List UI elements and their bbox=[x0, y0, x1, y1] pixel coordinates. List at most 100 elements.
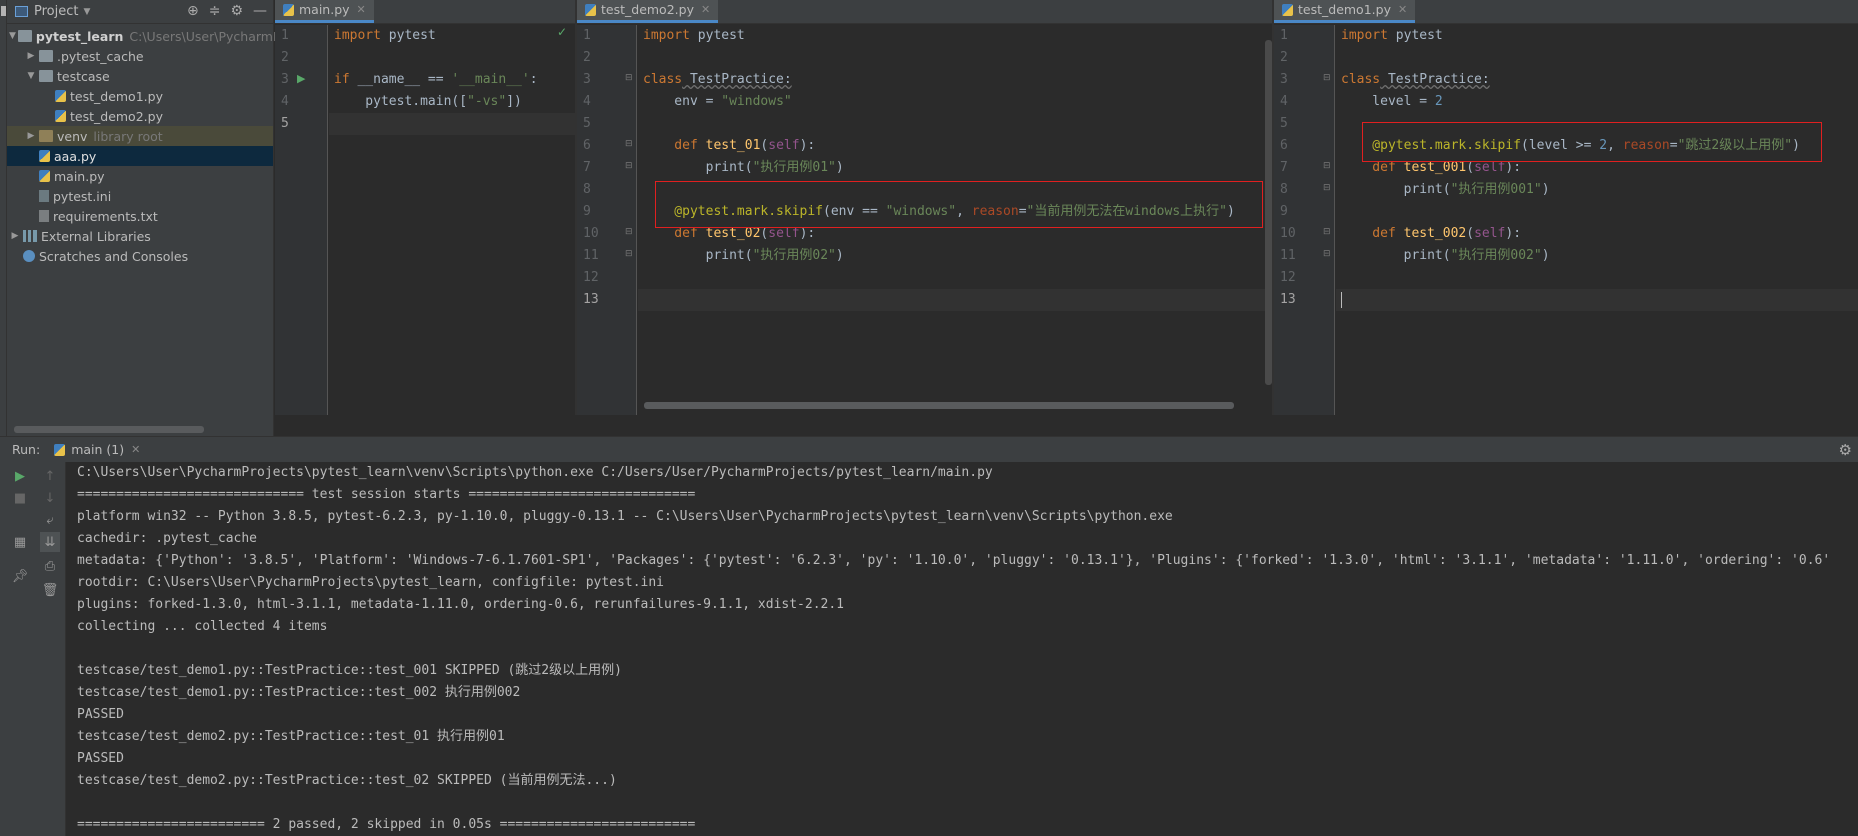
scroll-to-end-icon[interactable]: ⇊ bbox=[40, 532, 60, 552]
console-line: PASSED bbox=[77, 707, 124, 722]
layout-icon[interactable]: ▦ bbox=[10, 532, 30, 552]
line-number: 9 bbox=[583, 204, 591, 219]
highlight-box bbox=[655, 181, 1263, 228]
fold-icon[interactable]: ⊟ bbox=[625, 227, 633, 237]
console-line: testcase/test_demo2.py::TestPractice::te… bbox=[77, 729, 505, 744]
run-toolbar: ▶ ↑ ■ ↓ ⤶ ▦ ⇊ ⎙ 📌︎ 🗑︎ bbox=[0, 462, 66, 836]
project-horizontal-scrollbar[interactable] bbox=[14, 426, 204, 433]
folder-icon bbox=[17, 30, 32, 42]
line-number: 3 bbox=[281, 72, 289, 87]
project-header: Project ▼ ⊕ ≑ ⚙ — bbox=[7, 0, 273, 24]
tree-item-test-demo1[interactable]: test_demo1.py bbox=[7, 86, 273, 106]
line-number: 1 bbox=[1280, 28, 1288, 43]
fold-icon[interactable]: ⊟ bbox=[1323, 161, 1331, 171]
soft-wrap-icon[interactable]: ⤶ bbox=[40, 510, 60, 530]
library-icon bbox=[23, 230, 37, 242]
line-number: 12 bbox=[583, 270, 599, 285]
close-icon[interactable]: ✕ bbox=[701, 3, 710, 16]
line-number-gutter: 1 2 3 4 5 ▶ bbox=[275, 25, 328, 415]
fold-icon[interactable]: ⊟ bbox=[1323, 73, 1331, 83]
locate-icon[interactable]: ⊕ bbox=[187, 3, 199, 19]
tree-label: pytest.ini bbox=[53, 188, 112, 204]
close-icon[interactable]: ✕ bbox=[1398, 3, 1407, 16]
python-file-icon bbox=[55, 90, 66, 102]
chevron-right-icon[interactable]: ▶ bbox=[9, 231, 21, 241]
folder-icon bbox=[39, 50, 53, 62]
tab-main-py[interactable]: main.py ✕ bbox=[275, 0, 374, 23]
chevron-down-icon[interactable]: ▼ bbox=[9, 31, 16, 41]
tree-item-test-demo2[interactable]: test_demo2.py bbox=[7, 106, 273, 126]
fold-icon[interactable]: ⊟ bbox=[1323, 249, 1331, 259]
arrow-down-icon[interactable]: ↓ bbox=[40, 488, 60, 508]
stop-icon[interactable]: ■ bbox=[10, 488, 30, 508]
trash-icon[interactable]: 🗑︎ bbox=[40, 580, 60, 600]
close-icon[interactable]: ✕ bbox=[131, 443, 140, 456]
minimize-icon[interactable]: — bbox=[253, 3, 267, 19]
tree-item-venv[interactable]: ▶ venv library root bbox=[7, 126, 273, 146]
python-file-icon bbox=[283, 3, 294, 16]
console-line: PASSED bbox=[77, 751, 124, 766]
line-number: 5 bbox=[281, 116, 289, 131]
fold-icon[interactable]: ⊟ bbox=[625, 139, 633, 149]
fold-icon[interactable]: ⊟ bbox=[625, 161, 633, 171]
line-number: 8 bbox=[583, 182, 591, 197]
project-panel: Project ▼ ⊕ ≑ ⚙ — ▼ pytest_learn C:\User… bbox=[7, 0, 285, 436]
tree-label: venv bbox=[57, 128, 88, 144]
fold-icon[interactable]: ⊟ bbox=[1323, 183, 1331, 193]
print-icon[interactable]: ⎙ bbox=[40, 556, 60, 576]
tree-label: aaa.py bbox=[54, 148, 97, 164]
close-icon[interactable]: ✕ bbox=[357, 3, 366, 16]
arrow-up-icon[interactable]: ↑ bbox=[40, 466, 60, 486]
pin-icon[interactable]: 📌︎ bbox=[10, 566, 30, 586]
tool-window-strip bbox=[0, 0, 7, 436]
tab-run-main[interactable]: main (1) ✕ bbox=[54, 442, 140, 457]
tree-item-external-libraries[interactable]: ▶ External Libraries bbox=[7, 226, 273, 246]
current-line-highlight bbox=[1336, 289, 1858, 311]
tree-item-pytest-learn[interactable]: ▼ pytest_learn C:\Users\User\PycharmPr bbox=[7, 26, 285, 46]
console-line: plugins: forked-1.3.0, html-3.1.1, metad… bbox=[77, 597, 845, 612]
tree-library-note: library root bbox=[93, 128, 163, 144]
gear-icon[interactable]: ⚙ bbox=[1839, 441, 1852, 459]
python-file-icon bbox=[585, 3, 596, 16]
tree-item-main[interactable]: main.py bbox=[7, 166, 273, 186]
code-area[interactable]: ✓ import pytest if __name__ == '__main__… bbox=[329, 25, 575, 415]
chevron-right-icon[interactable]: ▶ bbox=[25, 51, 37, 61]
chevron-down-icon[interactable]: ▼ bbox=[83, 7, 90, 17]
tree-item-requirements[interactable]: requirements.txt bbox=[7, 206, 273, 226]
tab-test-demo2[interactable]: test_demo2.py ✕ bbox=[577, 0, 719, 23]
tree-item-pytest-ini[interactable]: pytest.ini bbox=[7, 186, 273, 206]
tab-label: main.py bbox=[299, 2, 350, 17]
run-gutter-icon[interactable]: ▶ bbox=[297, 72, 305, 85]
line-number: 6 bbox=[1280, 138, 1288, 153]
tree-item-pytest-cache[interactable]: ▶ .pytest_cache bbox=[7, 46, 273, 66]
code-area[interactable]: import pytest class TestPractice: env = … bbox=[638, 25, 1272, 415]
code-area[interactable]: import pytest class TestPractice: level … bbox=[1336, 25, 1858, 415]
horizontal-scrollbar[interactable] bbox=[644, 402, 1234, 409]
collapse-all-icon[interactable]: ≑ bbox=[209, 3, 221, 19]
tree-item-scratches[interactable]: Scratches and Consoles bbox=[7, 246, 273, 266]
code-line-1: import pytest bbox=[334, 28, 436, 43]
chevron-right-icon[interactable]: ▶ bbox=[25, 131, 37, 141]
code-line-4: env = "windows" bbox=[643, 94, 792, 109]
code-line-11: print("执行用例002") bbox=[1341, 248, 1550, 263]
tree-item-aaa[interactable]: aaa.py bbox=[7, 146, 273, 166]
project-title[interactable]: Project bbox=[34, 4, 78, 19]
tree-item-testcase[interactable]: ▼ testcase bbox=[7, 66, 273, 86]
tab-test-demo1[interactable]: test_demo1.py ✕ bbox=[1274, 0, 1416, 23]
gear-icon[interactable]: ⚙ bbox=[230, 3, 243, 19]
fold-icon[interactable]: ⊟ bbox=[1323, 227, 1331, 237]
line-number: 1 bbox=[281, 28, 289, 43]
line-number: 5 bbox=[1280, 116, 1288, 131]
line-number: 4 bbox=[281, 94, 289, 109]
fold-icon[interactable]: ⊟ bbox=[625, 249, 633, 259]
line-number: 5 bbox=[583, 116, 591, 131]
rerun-icon[interactable]: ▶ bbox=[10, 466, 30, 486]
line-number: 12 bbox=[1280, 270, 1296, 285]
project-strip-icon[interactable] bbox=[1, 6, 6, 16]
run-console[interactable]: C:\Users\User\PycharmProjects\pytest_lea… bbox=[66, 462, 1858, 836]
chevron-down-icon[interactable]: ▼ bbox=[25, 71, 37, 81]
code-line-3: if __name__ == '__main__': bbox=[334, 72, 538, 87]
vertical-scrollbar[interactable] bbox=[1265, 40, 1272, 385]
fold-icon[interactable]: ⊟ bbox=[625, 73, 633, 83]
python-file-icon bbox=[1282, 3, 1293, 16]
